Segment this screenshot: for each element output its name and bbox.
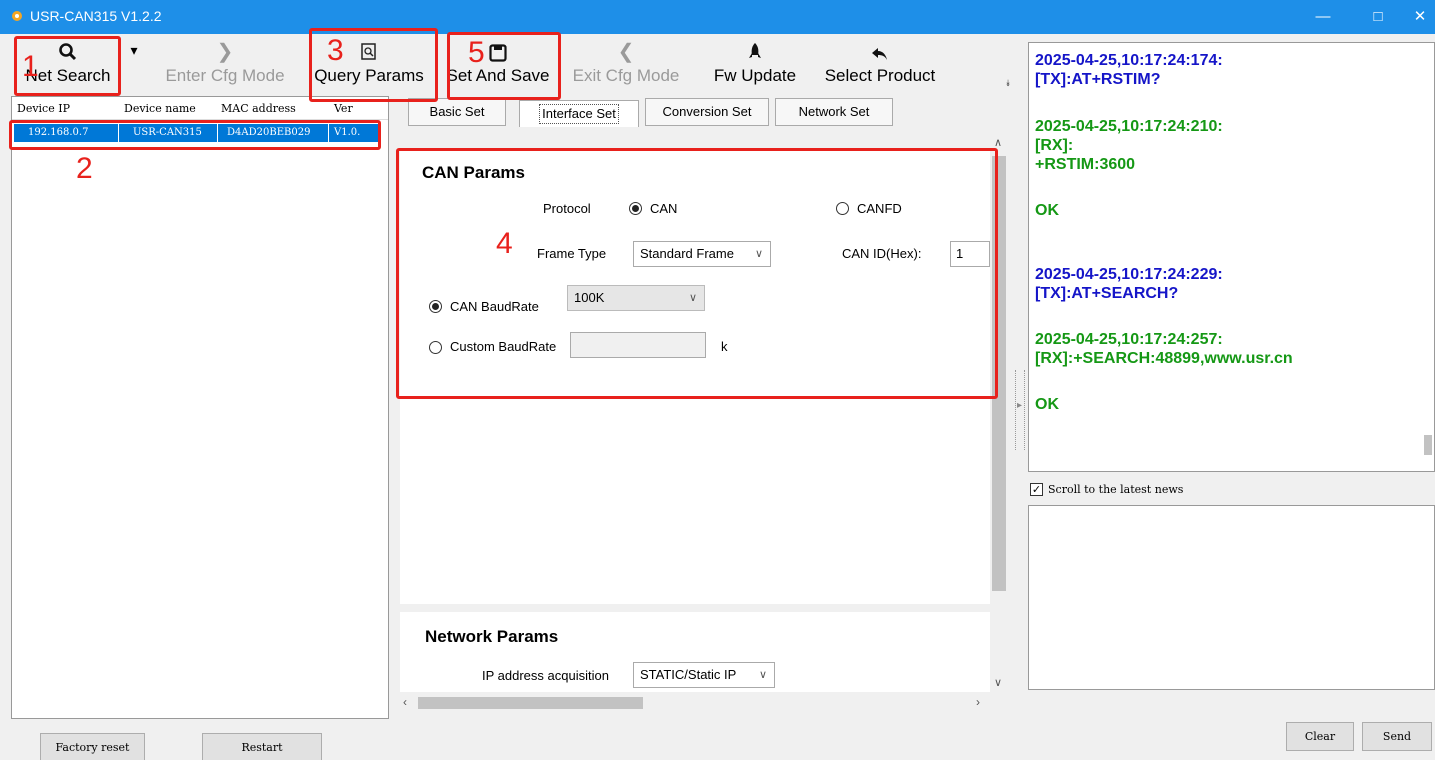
log-line: [TX]:AT+SEARCH?	[1035, 285, 1179, 302]
log-line: OK	[1035, 202, 1059, 219]
tab-conversion-set[interactable]: Conversion Set	[645, 98, 769, 126]
app-window: USR-CAN315 V1.2.2 — □ ✕ Net Search ▾ ❯ E…	[0, 0, 1435, 760]
clear-button[interactable]: Clear	[1286, 722, 1354, 751]
log-scroll-thumb[interactable]	[1424, 435, 1432, 455]
network-params-title: Network Params	[425, 627, 559, 646]
log-timestamp-1: 2025-04-25,10:17:24:174:	[1035, 52, 1223, 69]
log-timestamp-3: 2025-04-25,10:17:24:229:	[1035, 266, 1223, 283]
app-logo-icon	[12, 11, 22, 21]
log-line: [TX]:AT+RSTIM?	[1035, 71, 1161, 88]
config-horizontal-scrollbar[interactable]: ‹ ›	[400, 694, 990, 712]
rocket-icon	[749, 43, 761, 58]
annotation-box-2	[9, 120, 381, 150]
ip-acquisition-value: STATIC/Static IP	[640, 667, 737, 682]
net-search-dropdown-arrow[interactable]: ▾	[124, 42, 144, 100]
panel-splitter[interactable]: ▸	[1015, 370, 1025, 450]
fw-update-label: Fw Update	[713, 66, 797, 85]
annotation-number-4: 4	[496, 227, 513, 260]
log-line: +RSTIM:3600	[1035, 156, 1136, 173]
send-button[interactable]: Send	[1362, 722, 1432, 751]
tab-basic-set[interactable]: Basic Set	[408, 98, 506, 126]
log-timestamp-4: 2025-04-25,10:17:24:257:	[1035, 331, 1223, 348]
column-mac-address[interactable]: MAC address	[221, 102, 296, 115]
factory-reset-button[interactable]: Factory reset	[40, 733, 145, 760]
chevron-left-icon: ❮	[617, 41, 635, 63]
scroll-down-icon[interactable]: ∨	[994, 676, 1002, 689]
back-arrow-icon	[872, 48, 887, 60]
scroll-latest-checkbox[interactable]: ✓ Scroll to the latest news	[1030, 481, 1290, 499]
close-button[interactable]: ✕	[1405, 0, 1435, 34]
chevron-down-icon: ∨	[758, 669, 767, 681]
send-input[interactable]	[1028, 505, 1435, 690]
enter-cfg-mode-label: Enter Cfg Mode	[165, 66, 285, 85]
annotation-number-5: 5	[468, 36, 485, 69]
title-bar: USR-CAN315 V1.2.2 — □ ✕	[0, 0, 1435, 34]
tab-network-set[interactable]: Network Set	[775, 98, 893, 126]
window-title: USR-CAN315 V1.2.2	[30, 8, 162, 24]
column-device-ip[interactable]: Device IP	[17, 102, 70, 115]
ip-acquisition-label: IP address acquisition	[482, 668, 609, 683]
network-params-group: Network Params IP address acquisition ST…	[400, 612, 990, 692]
scroll-latest-label: Scroll to the latest news	[1048, 483, 1184, 496]
column-ver[interactable]: Ver	[334, 102, 353, 115]
annotation-number-2: 2	[76, 152, 93, 185]
splitter-arrow-icon[interactable]: ▸	[1017, 400, 1022, 411]
exit-cfg-mode-label: Exit Cfg Mode	[572, 66, 680, 85]
scroll-left-icon[interactable]: ‹	[403, 695, 407, 709]
ip-acquisition-select[interactable]: STATIC/Static IP ∨	[633, 662, 775, 688]
log-line: [RX]:+SEARCH:48899,www.usr.cn	[1035, 350, 1293, 367]
log-timestamp-2: 2025-04-25,10:17:24:210:	[1035, 118, 1223, 135]
checkmark-icon: ✓	[1030, 483, 1043, 496]
exit-cfg-mode-button[interactable]: ❮ Exit Cfg Mode	[558, 36, 694, 94]
log-line: [RX]:	[1035, 137, 1074, 154]
minimize-button[interactable]: —	[1303, 0, 1343, 34]
config-hscroll-thumb[interactable]	[418, 697, 643, 709]
tab-interface-set[interactable]: Interface Set	[519, 100, 639, 128]
enter-cfg-mode-button[interactable]: ❯ Enter Cfg Mode	[155, 36, 295, 94]
chevron-right-icon: ❯	[216, 41, 234, 63]
log-panel: 2025-04-25,10:17:24:174: [TX]:AT+RSTIM? …	[1028, 42, 1435, 472]
select-product-label: Select Product	[824, 66, 936, 85]
annotation-number-3: 3	[327, 34, 344, 67]
scroll-right-icon[interactable]: ›	[976, 695, 980, 709]
column-device-name[interactable]: Device name	[124, 102, 196, 115]
fw-update-button[interactable]: Fw Update	[700, 36, 810, 94]
device-list: Device IP Device name MAC address Ver 19…	[11, 96, 389, 719]
maximize-button[interactable]: □	[1358, 0, 1398, 34]
annotation-box-5	[447, 32, 561, 100]
tab-interface-set-label: Interface Set	[539, 104, 619, 124]
annotation-number-1: 1	[22, 50, 39, 83]
select-product-button[interactable]: Select Product	[814, 36, 946, 94]
log-line: OK	[1035, 396, 1059, 413]
restart-button[interactable]: Restart	[202, 733, 322, 760]
annotation-box-4	[396, 148, 998, 399]
